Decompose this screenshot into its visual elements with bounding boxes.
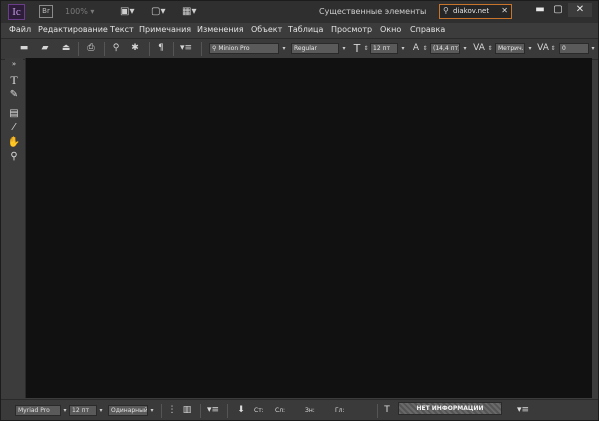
tracking-field[interactable]: 0 xyxy=(559,43,589,54)
menu-type[interactable]: Текст xyxy=(110,23,134,37)
zoom-level-dropdown[interactable]: 100% ▾ xyxy=(65,4,105,19)
story-font-field[interactable]: Myriad Pro xyxy=(15,405,61,416)
pilcrow-icon[interactable]: ¶ xyxy=(155,42,167,55)
font-style-field[interactable]: Regular xyxy=(291,43,339,54)
menu-view[interactable]: Просмотр xyxy=(331,23,372,37)
divider xyxy=(200,404,201,418)
line-numbers-icon[interactable]: ⋮ xyxy=(166,404,178,417)
columns-icon[interactable]: ▥ xyxy=(181,404,193,417)
story-size-field[interactable]: 12 пт xyxy=(69,405,97,416)
workspace-label: Существенные элементы xyxy=(319,7,427,16)
print-icon[interactable]: ⎙ xyxy=(84,42,98,55)
panel-menu-icon[interactable]: ▾≡ xyxy=(179,42,193,55)
chevron-down-icon[interactable]: ▾ xyxy=(589,43,597,54)
position-tool-icon[interactable]: ▤ xyxy=(5,108,23,120)
menu-window[interactable]: Окно xyxy=(380,23,401,37)
char-count-label: Зн: xyxy=(305,407,315,414)
stepper-icon[interactable]: ⇕ xyxy=(486,43,494,54)
status-bar: Myriad Pro ▾ 12 пт ▾ Одинарный и ▾ ⋮ ▥ ▾… xyxy=(1,399,598,420)
no-info-badge: НЕТ ИНФОРМАЦИИ xyxy=(398,402,502,415)
search-input[interactable]: diakov.net xyxy=(453,7,489,15)
chevron-down-icon[interactable]: ▾ xyxy=(399,43,407,54)
maximize-button[interactable]: ▢ xyxy=(548,3,568,17)
word-count-label: Сл: xyxy=(275,407,286,414)
panel-menu-icon[interactable]: ▾≡ xyxy=(206,404,220,417)
tools-panel: » T ✎ ▤ ⁄ ✋ ⚲ xyxy=(5,58,23,399)
view-options-icon[interactable]: ▣▾ xyxy=(120,5,138,18)
eyedropper-tool-icon[interactable]: ⁄ xyxy=(5,122,23,134)
line-count-label: Ст: xyxy=(254,407,264,414)
divider xyxy=(377,404,378,418)
divider xyxy=(161,404,162,418)
search-icon: ⚲ xyxy=(212,45,217,52)
menu-edit[interactable]: Редактирование xyxy=(38,23,108,37)
font-size-field[interactable]: 12 пт xyxy=(370,43,398,54)
minimize-button[interactable]: ▬ xyxy=(530,3,550,17)
kerning-field[interactable]: Метрич. xyxy=(495,43,525,54)
menu-notes[interactable]: Примечания xyxy=(139,23,191,37)
divider xyxy=(78,42,79,56)
document-canvas[interactable] xyxy=(25,58,592,398)
divider xyxy=(227,404,228,418)
type-tool-icon[interactable]: T xyxy=(5,74,23,86)
chevron-down-icon[interactable]: ▾ xyxy=(461,43,469,54)
text-frame-icon[interactable]: T xyxy=(381,404,393,417)
chevron-down-icon[interactable]: ▾ xyxy=(148,405,156,416)
find-icon[interactable]: ⚲ xyxy=(109,42,123,55)
font-family-value: Minion Pro xyxy=(218,45,250,52)
workspace-switcher[interactable]: Существенные элементы ▾ xyxy=(319,5,427,30)
app-logo: Ic xyxy=(8,4,25,20)
depth-label: Гл: xyxy=(335,407,345,414)
chevron-down-icon[interactable]: ▾ xyxy=(97,405,105,416)
menu-file[interactable]: Файл xyxy=(9,23,31,37)
search-box[interactable]: ⚲ diakov.net ✕ xyxy=(439,4,512,19)
download-icon[interactable]: ⬇ xyxy=(235,404,247,417)
screen-mode-icon[interactable]: ▢▾ xyxy=(151,5,169,18)
clear-search-icon[interactable]: ✕ xyxy=(501,6,508,15)
divider xyxy=(173,42,174,56)
chevron-down-icon[interactable]: ▾ xyxy=(340,43,348,54)
panel-menu-icon[interactable]: ▾≡ xyxy=(516,404,530,417)
divider xyxy=(149,42,150,56)
font-family-field[interactable]: ⚲ Minion Pro xyxy=(209,43,279,54)
chevron-down-icon[interactable]: ▾ xyxy=(280,43,288,54)
kerning-icon: VA xyxy=(473,43,485,53)
line-spacing-field[interactable]: Одинарный и xyxy=(108,405,148,416)
spell-check-icon[interactable]: ✱ xyxy=(128,42,142,55)
bridge-button[interactable]: Br xyxy=(39,5,53,18)
hand-tool-icon[interactable]: ✋ xyxy=(5,137,23,149)
menu-bar: Файл Редактирование Текст Примечания Изм… xyxy=(1,23,598,37)
menu-help[interactable]: Справка xyxy=(410,23,445,37)
menu-changes[interactable]: Изменения xyxy=(197,23,244,37)
note-tool-icon[interactable]: ✎ xyxy=(5,89,23,101)
divider xyxy=(201,42,202,56)
arrange-documents-icon[interactable]: ▦▾ xyxy=(182,5,200,18)
chevron-down-icon[interactable]: ▾ xyxy=(61,405,69,416)
title-bar: Ic Br 100% ▾ ▣▾ ▢▾ ▦▾ Существенные элеме… xyxy=(1,1,598,30)
control-bar: ▬ ▰ ⏏ ⎙ ⚲ ✱ ¶ ▾≡ ⚲ Minion Pro ▾ Regular … xyxy=(1,38,598,60)
divider xyxy=(104,42,105,56)
stepper-icon[interactable]: ⇕ xyxy=(421,43,429,54)
zoom-value: 100% xyxy=(65,7,88,16)
zoom-tool-icon[interactable]: ⚲ xyxy=(5,151,23,163)
open-folder-icon[interactable]: ▰ xyxy=(38,42,52,55)
collapse-panel-icon[interactable]: » xyxy=(5,58,23,70)
chevron-down-icon: ▾ xyxy=(90,7,95,16)
search-icon: ⚲ xyxy=(443,6,449,15)
stepper-icon[interactable]: ⇕ xyxy=(362,43,370,54)
new-document-icon[interactable]: ▬ xyxy=(17,42,31,55)
close-button[interactable]: ✕ xyxy=(568,3,592,17)
check-in-icon[interactable]: ⏏ xyxy=(59,42,73,55)
menu-object[interactable]: Объект xyxy=(251,23,282,37)
tracking-icon: VA xyxy=(537,43,549,53)
menu-table[interactable]: Таблица xyxy=(288,23,323,37)
leading-field[interactable]: (14,4 пт) xyxy=(430,43,460,54)
stepper-icon[interactable]: ⇕ xyxy=(549,43,557,54)
app-window: Ic Br 100% ▾ ▣▾ ▢▾ ▦▾ Существенные элеме… xyxy=(0,0,599,421)
chevron-down-icon[interactable]: ▾ xyxy=(526,43,534,54)
